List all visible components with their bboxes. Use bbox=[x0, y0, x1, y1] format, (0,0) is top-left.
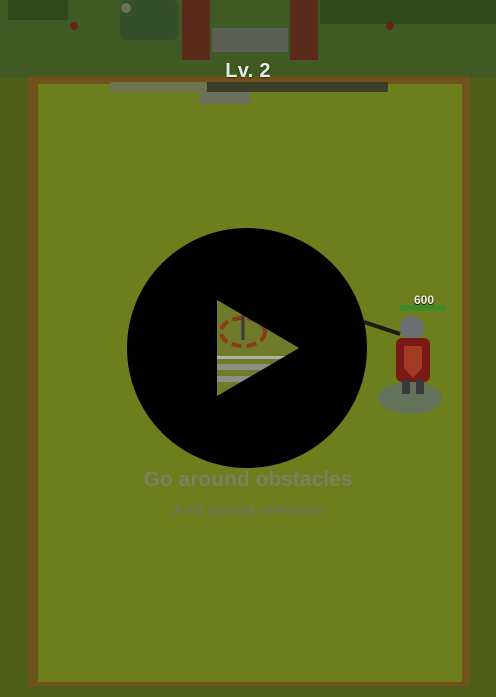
gate-stone bbox=[200, 92, 250, 104]
level-label: Lv. 2 bbox=[225, 60, 271, 82]
enemy-helmet-icon bbox=[400, 316, 424, 340]
flower-red bbox=[386, 22, 394, 30]
enemy-leg-left bbox=[402, 380, 410, 394]
play-icon bbox=[217, 300, 299, 396]
hedge-left bbox=[8, 0, 68, 20]
flower bbox=[121, 3, 131, 13]
game-screen: Lv. 2 600 Go around obstacles And defeat… bbox=[0, 0, 496, 697]
play-button[interactable] bbox=[127, 228, 367, 468]
tutorial-preview bbox=[217, 300, 299, 396]
enemy-health-bar bbox=[400, 305, 446, 311]
level-progress-bar bbox=[110, 82, 388, 92]
gate-post-right bbox=[290, 0, 318, 60]
flower-red-left bbox=[70, 22, 78, 30]
hedge-right bbox=[320, 0, 496, 24]
enemy-health-fill bbox=[400, 305, 446, 311]
stone-step bbox=[212, 28, 288, 52]
gate-post-left bbox=[182, 0, 210, 60]
tutorial-subtitle: And defeat enemies bbox=[172, 502, 324, 519]
level-progress-fill bbox=[110, 82, 208, 92]
enemy-leg-right bbox=[416, 380, 424, 394]
tutorial-title: Go around obstacles bbox=[143, 468, 353, 491]
